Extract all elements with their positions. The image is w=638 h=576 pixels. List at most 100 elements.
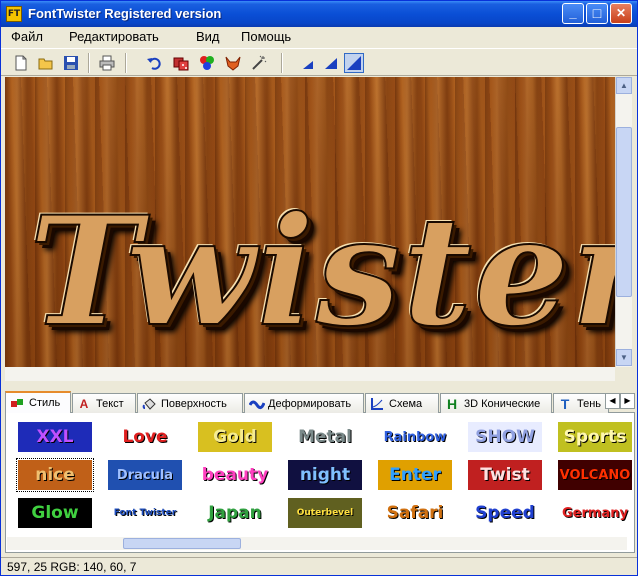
letter-a-icon: A (79, 396, 89, 411)
style-swatch-label: Metal (298, 427, 352, 447)
app-icon[interactable]: FT (6, 6, 22, 22)
tab-label: Стиль (29, 397, 61, 409)
small-triangle-icon[interactable] (297, 53, 317, 73)
tab-3d-conic[interactable]: H 3D Конические (440, 393, 552, 413)
style-swatch[interactable]: Twist (468, 460, 542, 490)
style-swatch-label: Glow (31, 503, 79, 523)
preview-vertical-scrollbar[interactable]: ▲ ▼ (615, 77, 632, 367)
style-swatch[interactable]: Enter (378, 460, 452, 490)
dice-icon[interactable] (171, 53, 191, 73)
style-swatch[interactable]: nice (16, 458, 94, 492)
cursor-color-readout: 597, 25 RGB: 140, 60, 7 (7, 560, 137, 574)
style-swatch[interactable]: Rainbow (378, 422, 452, 452)
style-swatch-label: Speed (475, 503, 535, 523)
color-balls-icon[interactable] (197, 53, 217, 73)
tab-surface[interactable]: Поверхность (137, 393, 243, 413)
style-swatch-label: Twist (480, 465, 530, 485)
h-3d-icon: H (446, 395, 458, 412)
scroll-thumb[interactable] (616, 127, 632, 297)
tab-shadow[interactable]: T Тень (553, 393, 609, 413)
toolbar-separator (88, 53, 90, 73)
style-swatch-label: beauty (201, 465, 269, 485)
tab-label: Схема (389, 397, 423, 410)
scroll-up-icon[interactable]: ▲ (616, 77, 632, 94)
preview-splitter[interactable] (5, 367, 615, 381)
window-title: FontTwister Registered version (28, 6, 222, 21)
tab-deform[interactable]: Деформировать (244, 393, 364, 413)
save-icon[interactable] (61, 53, 81, 73)
new-file-icon[interactable] (11, 53, 31, 73)
style-swatch[interactable]: Dracula (108, 460, 182, 490)
font-preview-canvas[interactable]: Twister (5, 77, 615, 367)
style-swatch-label: Font Twister (113, 508, 177, 518)
app-window: FT FontTwister Registered version _ □ ✕ … (0, 0, 638, 576)
magic-wand-icon[interactable] (249, 53, 269, 73)
tab-strip: Стиль A Текст Поверхность Деформировать … (5, 391, 635, 413)
style-swatch[interactable]: beauty (198, 460, 272, 490)
t-shadow-icon: T (560, 395, 570, 412)
tab-scroll-right-icon[interactable]: ▶ (620, 393, 635, 409)
menu-view[interactable]: Вид (196, 29, 220, 44)
paint-bucket-icon (142, 397, 156, 411)
toolbar (1, 48, 637, 76)
style-swatch-label: SHOW (475, 427, 535, 447)
style-swatch[interactable]: Metal (288, 422, 362, 452)
scroll-down-icon[interactable]: ▼ (616, 349, 632, 366)
style-swatch-label: nice (35, 465, 75, 485)
style-swatch-label: Safari (386, 503, 444, 523)
style-swatch[interactable]: Speed (468, 498, 542, 528)
style-swatch[interactable]: SHOW (468, 422, 542, 452)
style-swatch[interactable]: Safari (378, 498, 452, 528)
tab-scroll-arrows: ◀ ▶ (605, 393, 635, 411)
medium-triangle-icon[interactable] (321, 53, 341, 73)
menu-help[interactable]: Помощь (241, 29, 291, 44)
tab-text[interactable]: A Текст (72, 393, 136, 413)
style-swatch-label: XXL (36, 427, 74, 447)
style-swatch-label: Gold (213, 427, 257, 447)
style-swatch-label: Japan (208, 503, 262, 523)
tab-label: Текст (96, 397, 124, 410)
menu-bar: Файл Редактировать Вид Помощь (1, 27, 637, 47)
style-swatch-label: Love (122, 427, 168, 447)
undo-icon[interactable] (144, 53, 164, 73)
style-swatch[interactable]: Germany (558, 498, 632, 528)
tab-scroll-left-icon[interactable]: ◀ (605, 393, 620, 409)
style-swatch[interactable]: Gold (198, 422, 272, 452)
toolbar-separator (281, 53, 283, 73)
style-swatch-label: Enter (389, 465, 441, 485)
style-swatch-label: Outerbevel (296, 508, 354, 518)
gallery-horizontal-scrollbar[interactable] (7, 537, 627, 550)
style-swatch[interactable]: Font Twister (108, 498, 182, 528)
open-folder-icon[interactable] (36, 53, 56, 73)
style-swatch[interactable]: Sports (558, 422, 632, 452)
wave-icon (248, 397, 266, 411)
preview-text: Twister (28, 184, 615, 360)
style-swatch-label: Dracula (116, 467, 174, 483)
status-bar: 597, 25 RGB: 140, 60, 7 (1, 557, 637, 576)
style-swatch-label: VOLCANO (559, 467, 631, 483)
style-swatch[interactable]: night (288, 460, 362, 490)
tab-style[interactable]: Стиль (5, 391, 71, 413)
maximize-button[interactable]: □ (586, 3, 608, 24)
style-swatch[interactable]: VOLCANO (558, 460, 632, 490)
style-swatch[interactable]: Glow (18, 498, 92, 528)
title-bar[interactable]: FT FontTwister Registered version _ □ ✕ (1, 1, 637, 27)
close-button[interactable]: ✕ (610, 3, 632, 24)
style-swatch[interactable]: Love (108, 422, 182, 452)
style-swatch[interactable]: XXL (18, 422, 92, 452)
tab-label: Деформировать (268, 397, 352, 410)
large-triangle-icon[interactable] (344, 53, 364, 73)
gallery-scroll-thumb[interactable] (123, 538, 241, 549)
style-swatch-label: Rainbow (383, 429, 447, 445)
menu-edit[interactable]: Редактировать (69, 29, 159, 44)
style-gallery: XXL Love Gold Metal Rainbow SHOW Sports nice Dra… (5, 413, 635, 553)
minimize-button[interactable]: _ (562, 3, 584, 24)
fox-icon[interactable] (223, 53, 243, 73)
style-swatch-label: Sports (563, 427, 627, 447)
curve-icon (370, 397, 384, 411)
style-swatch[interactable]: Japan (198, 498, 272, 528)
print-icon[interactable] (97, 53, 117, 73)
menu-file[interactable]: Файл (11, 29, 43, 44)
tab-scheme[interactable]: Схема (365, 393, 439, 413)
style-swatch[interactable]: Outerbevel (288, 498, 362, 528)
